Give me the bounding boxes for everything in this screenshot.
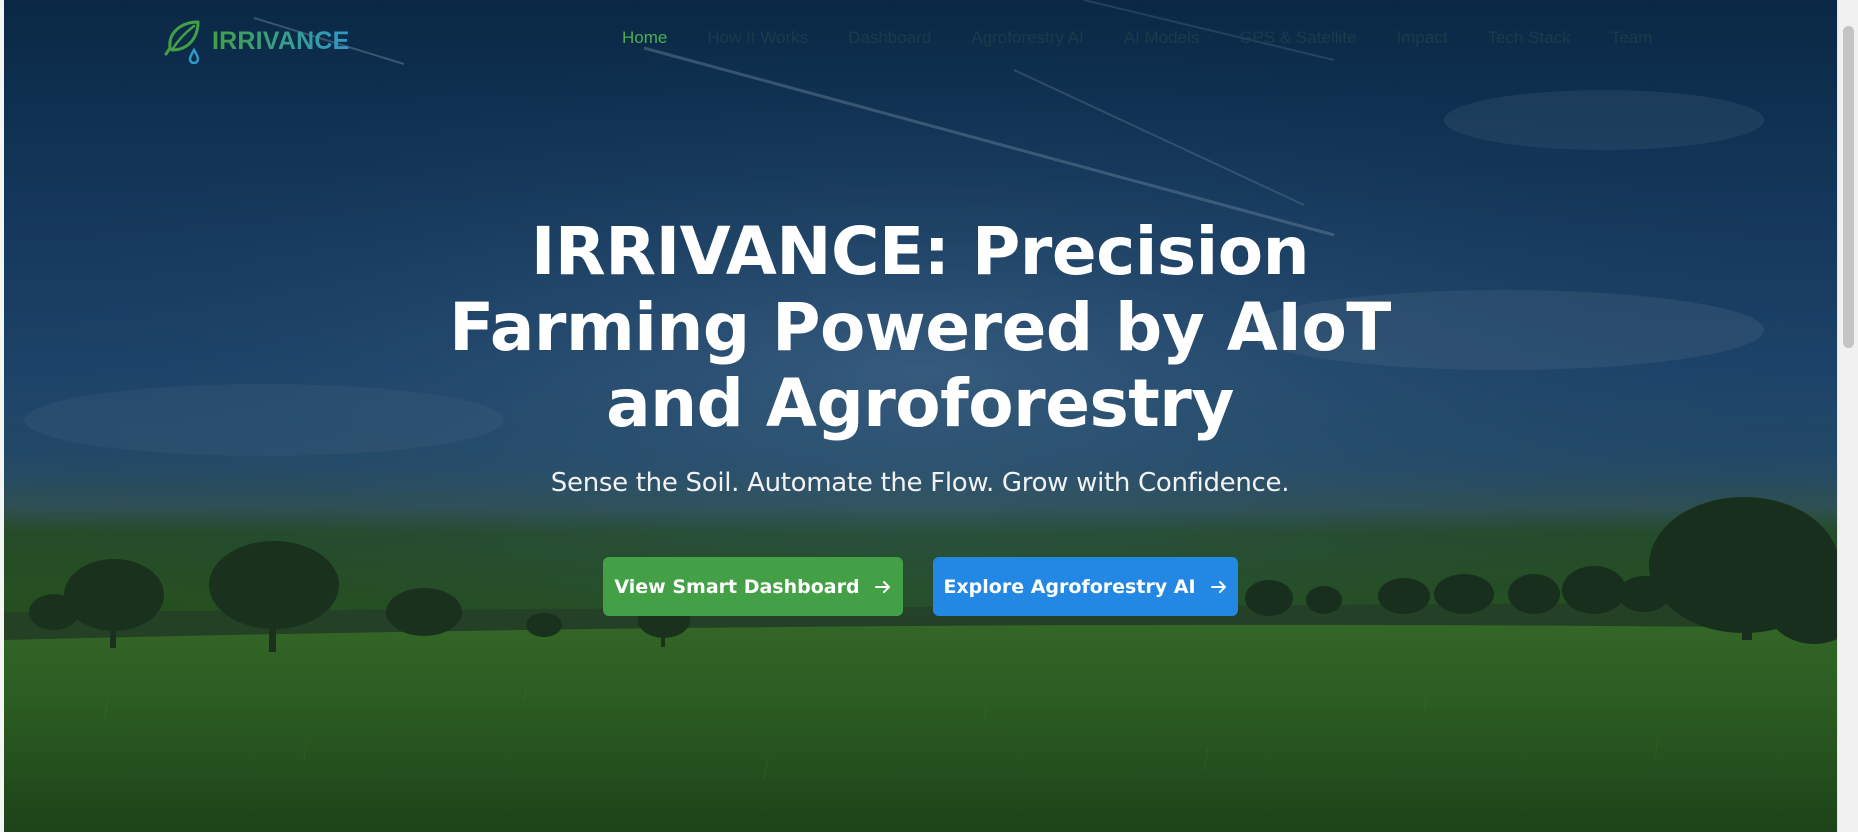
hero-title-line-1: IRRIVANCE: Precision	[530, 213, 1310, 290]
nav-item-ai-models[interactable]: AI Models	[1124, 28, 1200, 48]
nav-item-impact[interactable]: Impact	[1397, 28, 1448, 48]
view-smart-dashboard-label: View Smart Dashboard	[614, 575, 860, 598]
nav-item-tech-stack[interactable]: Tech Stack	[1488, 28, 1571, 48]
view-smart-dashboard-button[interactable]: View Smart Dashboard	[603, 557, 903, 616]
nav-item-team[interactable]: Team	[1611, 28, 1653, 48]
scrollbar-thumb[interactable]	[1843, 26, 1854, 348]
nav-item-how-it-works[interactable]: How It Works	[707, 28, 808, 48]
nav-links: Home How It Works Dashboard Agroforestry…	[622, 28, 1652, 48]
hero-title: IRRIVANCE: Precision Farming Powered by …	[404, 214, 1436, 442]
nav-item-home[interactable]: Home	[622, 28, 667, 48]
brand-name: IRRIVANCE	[212, 26, 350, 55]
hero-subtitle: Sense the Soil. Automate the Flow. Grow …	[550, 468, 1290, 498]
hero-title-line-2: Farming Powered by AIoT	[449, 289, 1391, 366]
hero-title-line-3: and Agroforestry	[606, 365, 1234, 442]
top-navigation: IRRIVANCE Home How It Works Dashboard Ag…	[4, 0, 1837, 80]
browser-viewport: IRRIVANCE Home How It Works Dashboard Ag…	[0, 0, 1858, 835]
arrow-right-icon	[1210, 580, 1226, 593]
nav-item-agroforestry-ai[interactable]: Agroforestry AI	[971, 28, 1083, 48]
brand-logo[interactable]: IRRIVANCE	[162, 18, 349, 64]
leaf-droplet-icon	[164, 20, 200, 64]
arrow-right-icon	[874, 580, 890, 593]
vertical-scrollbar[interactable]	[1837, 0, 1858, 832]
hero-section: IRRIVANCE Home How It Works Dashboard Ag…	[4, 0, 1837, 832]
nav-item-gps-satellite[interactable]: GPS & Satellite	[1239, 28, 1356, 48]
explore-agroforestry-ai-button[interactable]: Explore Agroforestry AI	[933, 557, 1238, 616]
explore-agroforestry-ai-label: Explore Agroforestry AI	[943, 575, 1196, 598]
nav-item-dashboard[interactable]: Dashboard	[848, 28, 931, 48]
